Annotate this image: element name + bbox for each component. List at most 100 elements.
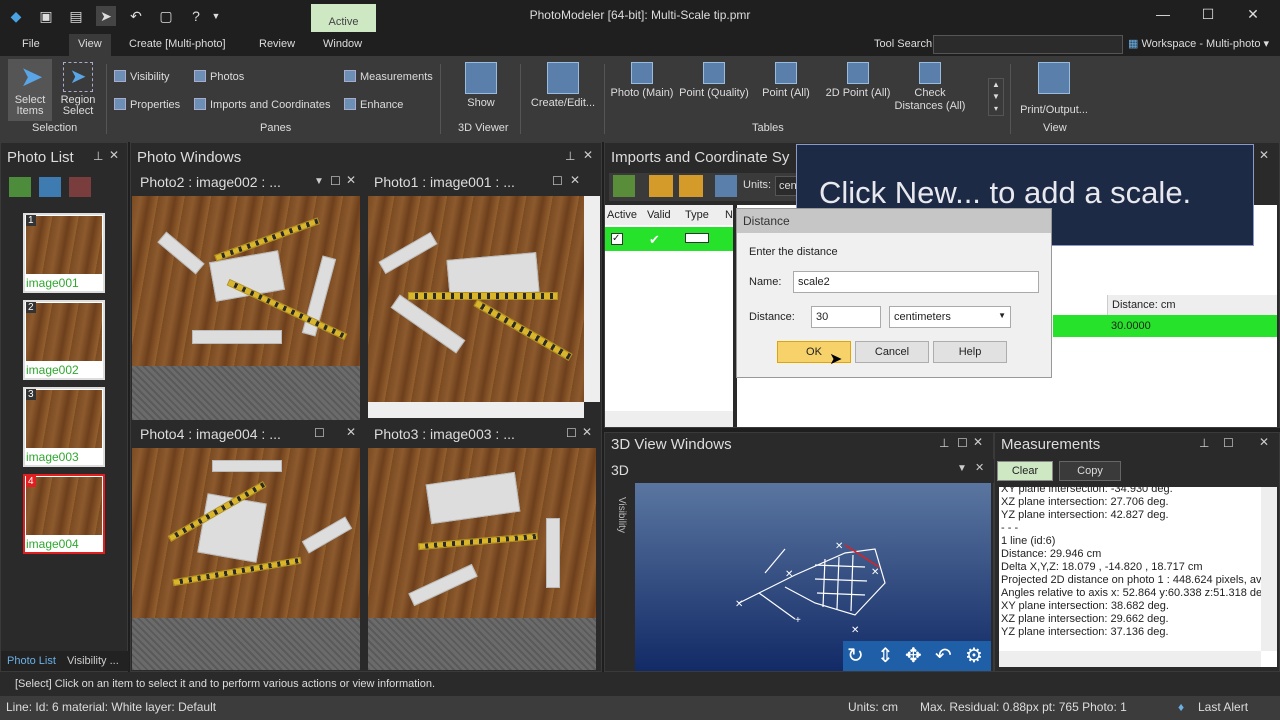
close-panel-icon[interactable]: ✕ (1259, 148, 1269, 162)
col-distance[interactable]: Distance: cm (1107, 295, 1277, 315)
name-field[interactable]: scale2 (793, 271, 1039, 293)
photo-thumb-4[interactable]: 4 image004 (23, 474, 105, 554)
3d-viewport[interactable]: ✕ ✕ ✕ ✕ ✕ + ↻ ⇕ ✥ ↶ ⚙ (635, 483, 991, 671)
pin-icon[interactable]: ⊥ (93, 149, 103, 163)
photo3-image[interactable] (368, 448, 596, 618)
col-active[interactable]: Active (607, 209, 637, 221)
pan-icon[interactable]: ✥ (905, 643, 922, 668)
unit-select[interactable]: centimeters ▼ (889, 306, 1011, 328)
photo-thumb-2[interactable]: 2 image002 (23, 300, 105, 380)
photo-thumb-3[interactable]: 3 image003 (23, 387, 105, 467)
maximize-icon[interactable]: ☐ (1223, 436, 1234, 450)
menu-file[interactable]: File (22, 38, 40, 50)
photo2-image[interactable] (132, 196, 360, 366)
photo1-vscroll[interactable] (584, 196, 600, 402)
properties-button[interactable]: Properties (114, 98, 180, 111)
dropdown-icon[interactable]: ▼ (957, 463, 967, 474)
photo-thumb-1[interactable]: 1 image001 (23, 213, 105, 293)
show-3d-button[interactable]: Show (456, 62, 506, 109)
tab-photo-list[interactable]: Photo List (7, 655, 56, 667)
tab-visibility[interactable]: Visibility ... (67, 655, 119, 667)
pin-icon[interactable]: ⊥ (565, 149, 575, 163)
tab-3d[interactable]: 3D (611, 462, 629, 478)
workspace-selector[interactable]: ▦ Workspace - Multi-photo ▾ (1128, 37, 1269, 50)
menu-view[interactable]: View (69, 34, 111, 56)
pin-icon[interactable]: ⊥ (939, 436, 949, 450)
select-items-button[interactable]: ➤ Select Items (8, 59, 52, 121)
maximize-icon[interactable]: ☐ (566, 426, 577, 440)
menu-create[interactable]: Create [Multi-photo] (129, 38, 226, 50)
close-panel-icon[interactable]: ✕ (583, 148, 593, 162)
photo4-image[interactable] (132, 448, 360, 618)
cancel-button[interactable]: Cancel (855, 341, 929, 363)
filter-icon[interactable] (69, 177, 91, 197)
print-output-button[interactable]: Print/Output... (1014, 62, 1094, 116)
folder-info-icon[interactable] (679, 175, 703, 197)
add-photo-icon[interactable] (9, 177, 31, 197)
visibility-button[interactable]: Visibility (114, 70, 170, 83)
chevron-down-icon: ▼ (998, 311, 1006, 320)
photo-view-icon[interactable] (39, 177, 61, 197)
3d-view-panel: 3D View Windows ⊥ ☐ ✕ 3D ▼ ✕ Visibility … (604, 432, 995, 672)
region-select-button[interactable]: ➤ Region Select (56, 59, 100, 117)
ruler-type-icon (685, 233, 709, 243)
measurements-vscroll[interactable] (1261, 487, 1277, 651)
measurements-pane-button[interactable]: Measurements (344, 70, 433, 83)
reset-view-icon[interactable]: ↶ (935, 643, 952, 668)
active-checkbox[interactable]: ✓ (611, 233, 623, 245)
measurement-line: XY plane intersection: -34.930 deg. (1001, 487, 1173, 495)
tool-search-input[interactable] (933, 35, 1123, 54)
maximize-icon[interactable]: ☐ (330, 174, 341, 188)
create-edit-button[interactable]: Create/Edit... (526, 62, 600, 109)
table-icon[interactable] (715, 175, 737, 197)
pin-icon[interactable]: ⊥ (1199, 436, 1209, 450)
menu-window[interactable]: Window (323, 38, 362, 50)
table-photo-main-button[interactable]: Photo (Main) (608, 62, 676, 99)
help-button[interactable]: Help (933, 341, 1007, 363)
photo1-image[interactable] (368, 196, 584, 402)
photo1-hscroll[interactable] (368, 402, 584, 418)
distance-cell[interactable]: 30.0000 (1053, 315, 1277, 337)
photos-pane-button[interactable]: Photos (194, 70, 244, 83)
maximize-icon[interactable]: ☐ (314, 426, 325, 440)
menu-review[interactable]: Review (259, 38, 295, 50)
close-icon[interactable]: ✕ (975, 461, 984, 474)
settings-gear-icon[interactable]: ⚙ (965, 643, 983, 668)
close-panel-icon[interactable]: ✕ (1259, 435, 1269, 449)
minimize-icon[interactable]: — (1148, 6, 1178, 22)
table-point-all-button[interactable]: Point (All) (758, 62, 814, 99)
col-n[interactable]: N (725, 209, 733, 221)
distance-field[interactable]: 30 (811, 306, 881, 328)
table-row[interactable]: ✓ ✔ (605, 227, 733, 251)
measurements-hscroll[interactable] (999, 651, 1261, 667)
close-icon[interactable]: ✕ (346, 173, 356, 187)
col-valid[interactable]: Valid (647, 209, 671, 221)
close-icon[interactable]: ✕ (570, 173, 580, 187)
table-check-distances-button[interactable]: Check Distances (All) (894, 62, 966, 113)
close-icon[interactable]: ✕ (1238, 6, 1268, 23)
table-2d-point-all-button[interactable]: 2D Point (All) (824, 62, 892, 99)
alert-icon[interactable]: ♦ (1178, 700, 1184, 714)
close-panel-icon[interactable]: ✕ (973, 435, 983, 449)
imports-coords-button[interactable]: Imports and Coordinates (194, 98, 330, 111)
col-type[interactable]: Type (685, 209, 709, 221)
last-alert-link[interactable]: Last Alert (1198, 700, 1248, 714)
close-panel-icon[interactable]: ✕ (109, 148, 119, 162)
open-folder-icon[interactable] (649, 175, 673, 197)
copy-button[interactable]: Copy (1059, 461, 1121, 481)
close-icon[interactable]: ✕ (582, 425, 592, 439)
maximize-icon[interactable]: ☐ (1193, 6, 1223, 23)
new-import-icon[interactable] (613, 175, 635, 197)
enhance-button[interactable]: Enhance (344, 98, 403, 111)
table-point-quality-button[interactable]: Point (Quality) (678, 62, 750, 99)
clear-button[interactable]: Clear (997, 461, 1053, 481)
tables-scroll-icon[interactable]: ▲ ▼ ▾ (988, 78, 1004, 116)
imports-hscroll[interactable] (605, 411, 733, 427)
zoom-icon[interactable]: ⇕ (877, 643, 894, 668)
orbit-icon[interactable]: ↻ (847, 643, 864, 668)
maximize-icon[interactable]: ☐ (957, 436, 968, 450)
close-icon[interactable]: ✕ (346, 425, 356, 439)
maximize-icon[interactable]: ☐ (552, 174, 563, 188)
visibility-side-tab[interactable]: Visibility (605, 483, 633, 671)
dropdown-icon[interactable]: ▼ (314, 176, 324, 187)
